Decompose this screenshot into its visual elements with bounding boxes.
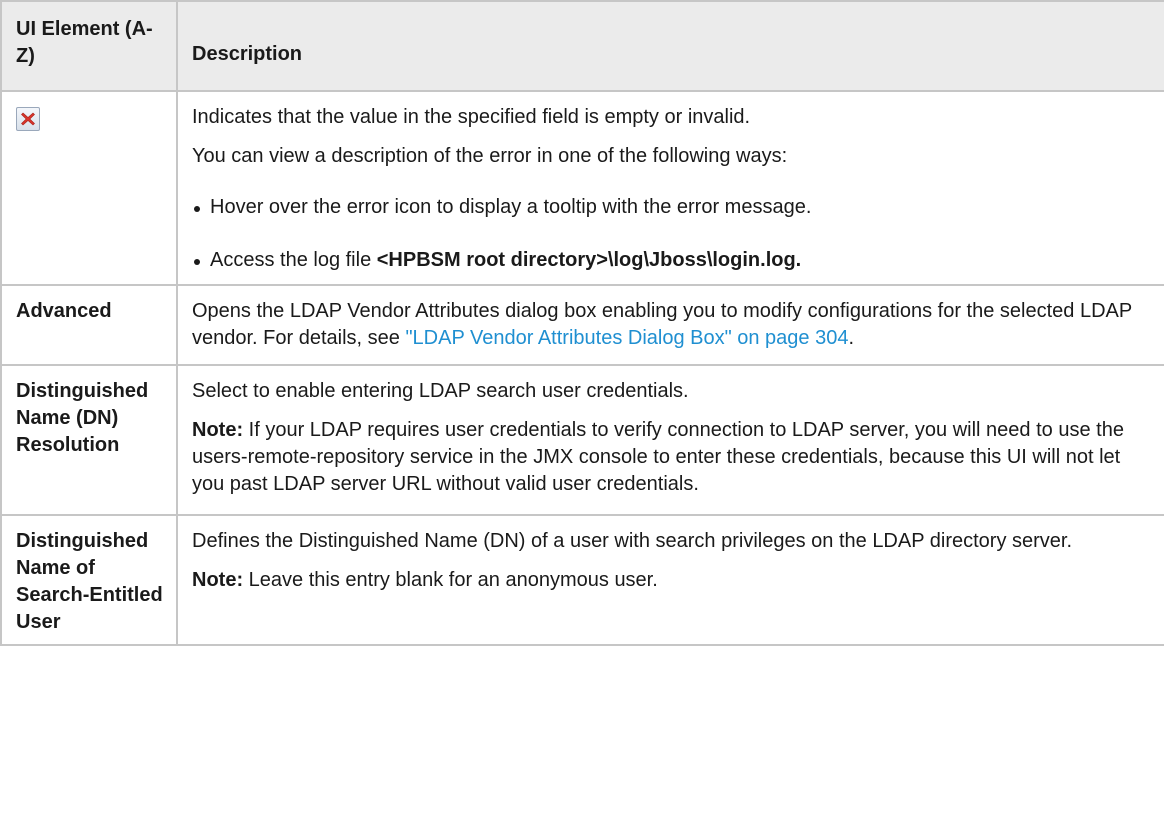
- ldap-vendor-attributes-link[interactable]: "LDAP Vendor Attributes Dialog Box" on p…: [405, 327, 848, 349]
- description-text: Select to enable entering LDAP search us…: [192, 380, 689, 402]
- note-text: If your LDAP requires user credentials t…: [192, 419, 1124, 495]
- description-cell: Opens the LDAP Vendor Attributes dialog …: [176, 284, 1164, 366]
- column-header-description: Description: [176, 0, 1164, 92]
- table-header-row: UI Element (A-Z) Description: [0, 0, 1164, 92]
- bullet-text: Access the log file: [210, 249, 377, 271]
- ui-element-cell: [0, 90, 178, 286]
- table-row: Advanced Opens the LDAP Vendor Attribute…: [0, 284, 1164, 366]
- description-text: Defines the Distinguished Name (DN) of a…: [192, 530, 1073, 552]
- note-label: Note:: [192, 569, 244, 591]
- error-x-icon: [16, 107, 40, 131]
- table-row: Distinguished Name (DN) Resolution Selec…: [0, 364, 1164, 516]
- table-row: Distinguished Name of Search-Entitled Us…: [0, 514, 1164, 646]
- ui-element-cell: Distinguished Name of Search-Entitled Us…: [0, 514, 178, 646]
- note-text: Leave this entry blank for an anonymous …: [243, 569, 658, 591]
- description-text: You can view a description of the error …: [192, 145, 788, 167]
- error-x-glyph: [21, 112, 35, 126]
- description-cell: Defines the Distinguished Name (DN) of a…: [176, 514, 1164, 646]
- ui-element-cell: Distinguished Name (DN) Resolution: [0, 364, 178, 516]
- bullet-item: Access the log file <HPBSM root director…: [192, 247, 1154, 274]
- description-cell: Select to enable entering LDAP search us…: [176, 364, 1164, 516]
- ui-elements-table: UI Element (A-Z) Description Indicates t…: [0, 0, 1164, 646]
- log-file-path: <HPBSM root directory>\log\Jboss\login.l…: [376, 249, 802, 271]
- note-label: Note:: [192, 419, 244, 441]
- description-text: Opens the LDAP Vendor Attributes dialog …: [192, 298, 1154, 352]
- description-text: Indicates that the value in the specifie…: [192, 106, 751, 128]
- table-row: Indicates that the value in the specifie…: [0, 90, 1164, 286]
- description-cell: Indicates that the value in the specifie…: [176, 90, 1164, 286]
- bullet-list: Hover over the error icon to display a t…: [192, 194, 1154, 274]
- ui-element-cell: Advanced: [0, 284, 178, 366]
- note-paragraph: Note: Leave this entry blank for an anon…: [192, 567, 1154, 594]
- note-paragraph: Note: If your LDAP requires user credent…: [192, 417, 1154, 498]
- description-text-suffix: .: [848, 327, 855, 349]
- column-header-ui-element: UI Element (A-Z): [0, 0, 178, 92]
- bullet-item: Hover over the error icon to display a t…: [192, 194, 1154, 221]
